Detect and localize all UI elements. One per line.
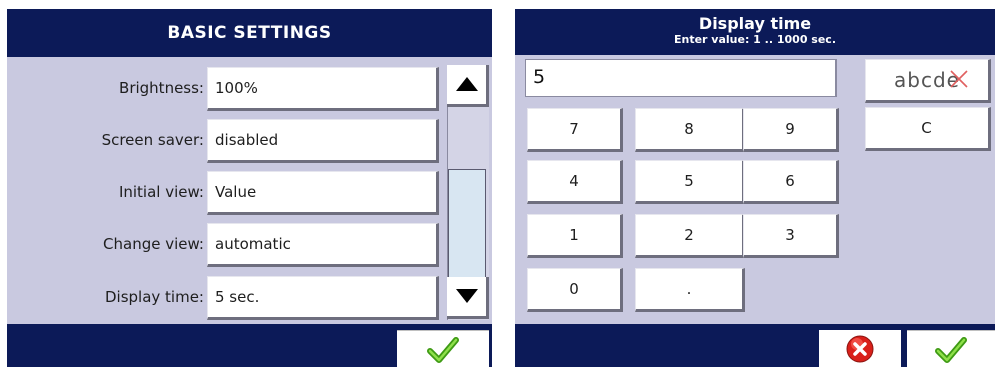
scroll-up-button[interactable] xyxy=(447,65,489,107)
panel-title: BASIC SETTINGS xyxy=(167,23,332,43)
checkmark-icon xyxy=(935,337,967,363)
panel-subtitle: Enter value: 1 .. 1000 sec. xyxy=(673,33,837,46)
brightness-label: Brightness: xyxy=(119,79,204,97)
key-decimal-point[interactable]: . xyxy=(635,268,745,312)
key-0[interactable]: 0 xyxy=(527,268,623,312)
change-view-label: Change view: xyxy=(103,235,204,253)
screen-saver-field[interactable]: disabled xyxy=(207,119,439,163)
key-2[interactable]: 2 xyxy=(635,214,745,258)
red-x-circle-icon xyxy=(846,335,874,363)
brightness-field[interactable]: 100% xyxy=(207,67,439,111)
confirm-button[interactable] xyxy=(907,330,995,367)
basic-settings-panel: BASIC SETTINGS Brightness: 100% Screen s… xyxy=(7,9,492,367)
cancel-button[interactable] xyxy=(819,330,901,367)
key-4[interactable]: 4 xyxy=(527,160,623,204)
value-entry-field[interactable]: 5 xyxy=(525,59,837,97)
display-time-panel: Display time Enter value: 1 .. 1000 sec.… xyxy=(515,9,995,367)
change-view-field[interactable]: automatic xyxy=(207,223,439,267)
key-3[interactable]: 3 xyxy=(743,214,839,258)
display-time-field[interactable]: 5 sec. xyxy=(207,276,439,320)
scroll-down-button[interactable] xyxy=(447,277,489,319)
key-6[interactable]: 6 xyxy=(743,160,839,204)
clear-label: C xyxy=(921,119,933,137)
initial-view-field[interactable]: Value xyxy=(207,171,439,215)
confirm-button[interactable] xyxy=(397,330,489,367)
text-mode-button[interactable]: abcde xyxy=(865,59,991,103)
screen-saver-label: Screen saver: xyxy=(101,131,204,149)
scrollbar-thumb[interactable] xyxy=(448,169,486,279)
triangle-up-icon xyxy=(456,77,478,91)
clear-button[interactable]: C xyxy=(865,107,991,151)
disabled-x-icon xyxy=(950,70,968,88)
key-5[interactable]: 5 xyxy=(635,160,745,204)
title-bar: Display time Enter value: 1 .. 1000 sec. xyxy=(515,9,995,55)
checkmark-icon xyxy=(427,337,459,363)
title-bar: BASIC SETTINGS xyxy=(7,9,492,57)
key-7[interactable]: 7 xyxy=(527,108,623,152)
triangle-down-icon xyxy=(456,289,478,303)
initial-view-label: Initial view: xyxy=(118,183,204,201)
display-time-label: Display time: xyxy=(104,288,204,306)
key-9[interactable]: 9 xyxy=(743,108,839,152)
panel-title: Display time xyxy=(698,14,812,33)
key-8[interactable]: 8 xyxy=(635,108,745,152)
key-1[interactable]: 1 xyxy=(527,214,623,258)
